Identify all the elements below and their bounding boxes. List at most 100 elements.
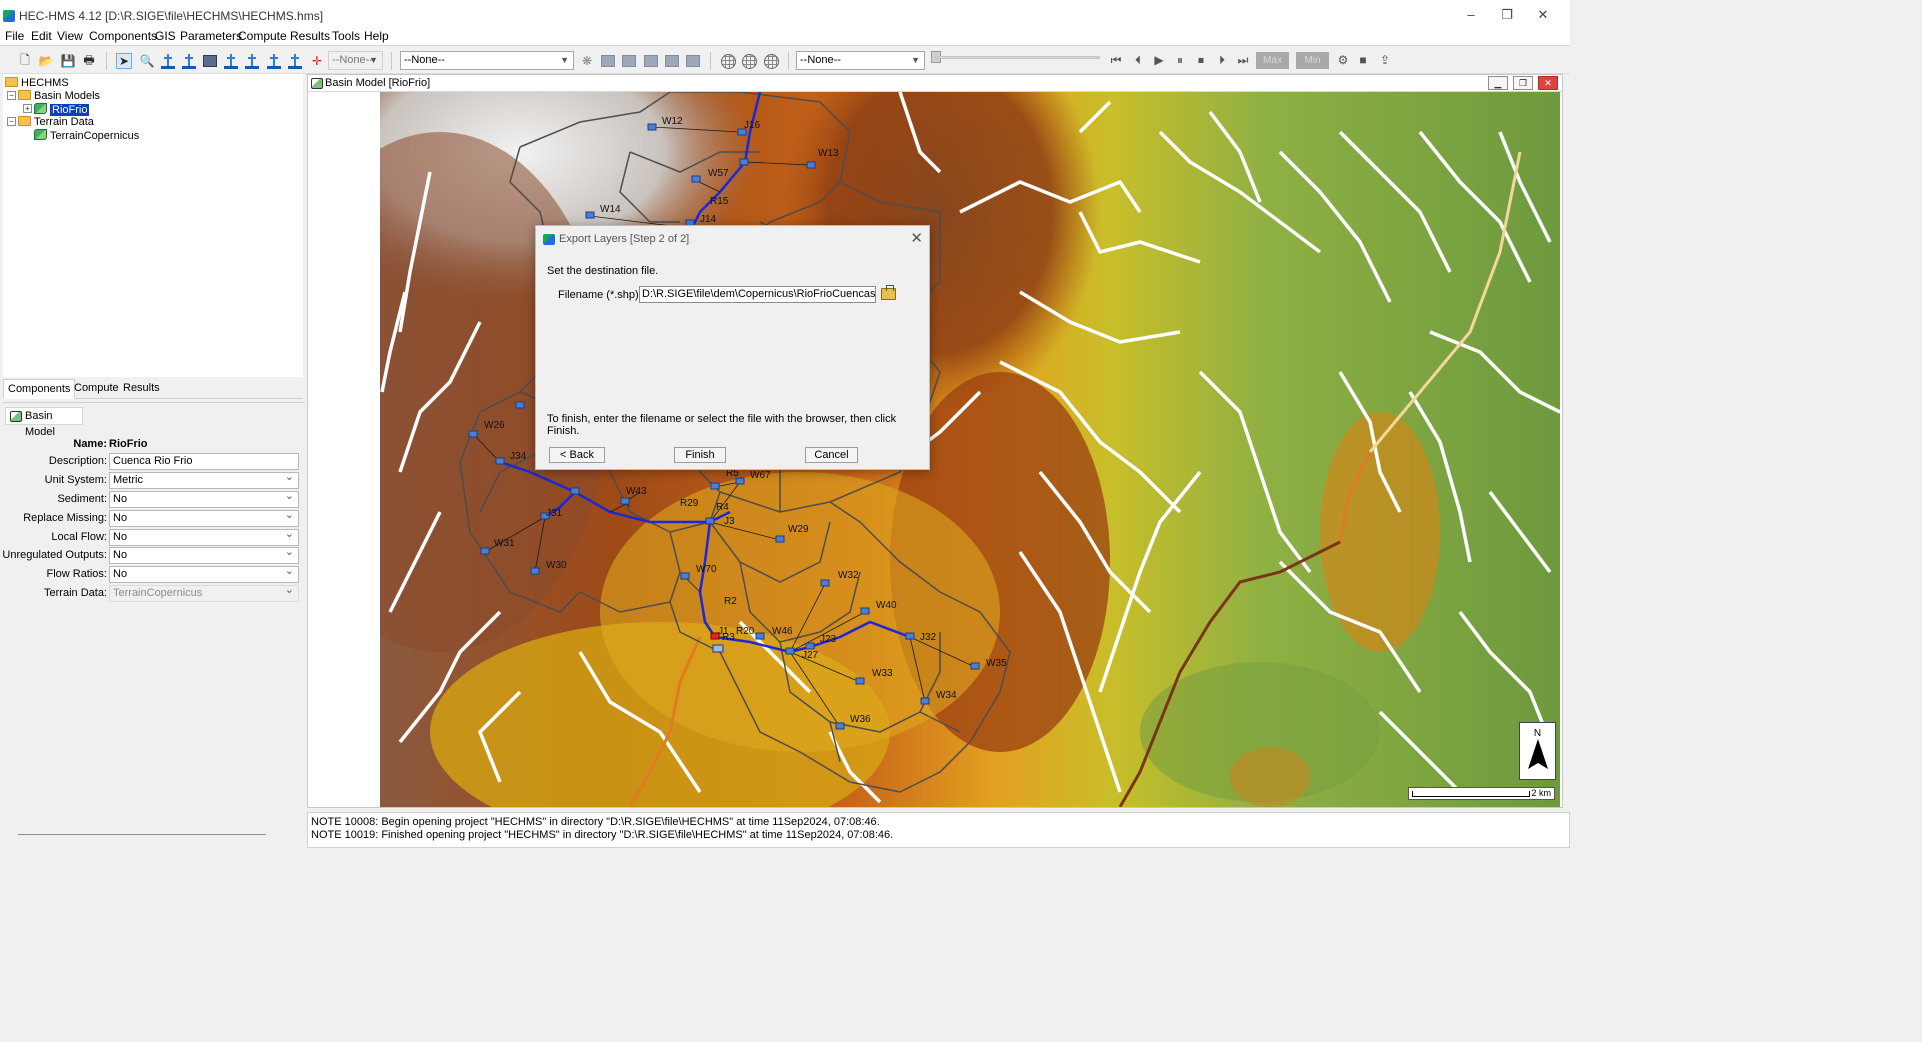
close-button[interactable]: ✕ — [1527, 5, 1559, 25]
export-icon[interactable]: ⇪ — [1377, 52, 1393, 68]
gridded-data-icon[interactable] — [741, 53, 757, 69]
basin-model-editor-tab[interactable]: Basin Model — [5, 407, 83, 438]
source-tool-icon[interactable] — [266, 53, 282, 69]
junction-marker[interactable] — [905, 632, 915, 640]
tab-components[interactable]: Components — [3, 379, 76, 399]
time-series-icon[interactable] — [664, 53, 680, 69]
subbasin-marker[interactable] — [515, 401, 525, 409]
run-selector[interactable]: --None-- ▼ — [400, 51, 574, 70]
new-file-icon[interactable]: 🗋 — [17, 53, 33, 69]
junction-tool-icon[interactable] — [223, 53, 239, 69]
flow-ratios-select[interactable]: No — [109, 564, 299, 583]
window-close-button[interactable]: ✕ — [1538, 76, 1558, 90]
print-icon[interactable]: 🖶 — [81, 53, 97, 69]
subbasin-marker[interactable] — [920, 697, 930, 705]
menu-view[interactable]: View — [57, 28, 83, 45]
max-button[interactable]: Max — [1256, 52, 1289, 69]
menu-parameters[interactable]: Parameters — [180, 28, 242, 45]
play-icon[interactable]: ▶ — [1151, 52, 1167, 68]
global-summary-icon[interactable] — [685, 53, 701, 69]
tree-node-root[interactable]: HECHMS — [5, 77, 69, 89]
unit-system-select[interactable]: Metric — [109, 470, 299, 489]
tree-node-riofrio[interactable]: RioFrio — [34, 103, 90, 116]
gage-crosshair-icon[interactable]: ✛ — [309, 53, 325, 69]
subbasin-marker[interactable] — [820, 579, 830, 587]
unregulated-outputs-select[interactable]: No — [109, 545, 299, 564]
junction-marker[interactable] — [739, 158, 749, 166]
menu-components[interactable]: Components — [89, 28, 157, 45]
open-folder-icon[interactable]: 📂 — [38, 53, 54, 69]
junction-marker[interactable] — [705, 517, 715, 525]
minimize-button[interactable]: – — [1455, 5, 1487, 25]
expand-toggle-icon[interactable]: + — [23, 104, 32, 113]
subbasin-marker[interactable] — [480, 547, 490, 555]
tree-node-basin-models[interactable]: Basin Models — [18, 90, 100, 102]
result-table-icon[interactable] — [600, 53, 616, 69]
diversion-tool-icon[interactable] — [244, 53, 260, 69]
reach-tool-icon[interactable] — [181, 53, 197, 69]
sink-tool-icon[interactable] — [287, 53, 303, 69]
subbasin-marker[interactable] — [691, 175, 701, 183]
subbasin-marker[interactable] — [620, 497, 630, 505]
tree-node-terrain-copernicus[interactable]: TerrainCopernicus — [34, 129, 139, 142]
video-record-icon[interactable]: ■ — [1355, 52, 1371, 68]
reach-marker[interactable] — [710, 482, 720, 490]
tree-node-terrain-data[interactable]: Terrain Data — [18, 116, 94, 128]
result-selector[interactable]: --None-- ▼ — [796, 51, 925, 70]
menu-compute[interactable]: Compute — [238, 28, 287, 45]
replace-missing-select[interactable]: No — [109, 508, 299, 527]
local-flow-select[interactable]: No — [109, 527, 299, 546]
result-graph-icon[interactable] — [621, 53, 637, 69]
time-slider[interactable] — [935, 56, 1100, 59]
subbasin-marker[interactable] — [530, 567, 540, 575]
gridded-animation-icon[interactable] — [763, 53, 779, 69]
stop-icon[interactable]: ⏹ — [1193, 52, 1209, 68]
arrow-pointer-icon[interactable]: ➤ — [116, 53, 132, 69]
tab-compute[interactable]: Compute — [70, 379, 123, 399]
subbasin-marker[interactable] — [468, 430, 478, 438]
subbasin-marker[interactable] — [775, 535, 785, 543]
subbasin-marker[interactable] — [860, 607, 870, 615]
junction-marker[interactable] — [570, 487, 580, 495]
menu-edit[interactable]: Edit — [31, 28, 52, 45]
menu-help[interactable]: Help — [364, 28, 389, 45]
settings-gear-icon[interactable]: ⚙ — [1335, 52, 1351, 68]
summary-table-icon[interactable] — [643, 53, 659, 69]
finish-button[interactable]: Finish — [674, 447, 726, 463]
window-minimize-button[interactable]: ▁ — [1488, 76, 1508, 90]
subbasin-tool-icon[interactable] — [160, 53, 176, 69]
junction-marker[interactable] — [805, 642, 815, 650]
maximize-button[interactable]: ❐ — [1491, 5, 1523, 25]
collapse-toggle-icon[interactable]: − — [7, 91, 16, 100]
save-icon[interactable]: 💾 — [60, 53, 76, 69]
reservoir-tool-icon[interactable] — [202, 53, 218, 69]
tab-results[interactable]: Results — [119, 379, 164, 399]
step-back-icon[interactable]: ⏴ — [1130, 52, 1146, 68]
menu-tools[interactable]: Tools — [332, 28, 360, 45]
filename-input[interactable]: D:\R.SIGE\file\dem\Copernicus\RioFrioCue… — [639, 286, 876, 303]
skip-back-icon[interactable]: ⏮ — [1108, 52, 1124, 68]
subbasin-marker[interactable] — [680, 572, 690, 580]
subbasin-marker[interactable] — [970, 662, 980, 670]
subbasin-marker[interactable] — [806, 161, 816, 169]
subbasin-marker[interactable] — [835, 722, 845, 730]
collapse-toggle-icon[interactable]: − — [7, 117, 16, 126]
subbasin-marker[interactable] — [855, 677, 865, 685]
min-button[interactable]: Min — [1296, 52, 1329, 69]
skip-forward-icon[interactable]: ⏭ — [1235, 52, 1251, 68]
toolbar-selector-1[interactable]: --None-- ▼ — [328, 51, 383, 70]
gridded-map-icon[interactable] — [720, 53, 736, 69]
menu-gis[interactable]: GIS — [155, 28, 176, 45]
cancel-button[interactable]: Cancel — [805, 447, 858, 463]
zoom-icon[interactable]: 🔍 — [139, 53, 155, 69]
subbasin-marker[interactable] — [755, 632, 765, 640]
back-button[interactable]: < Back — [549, 447, 605, 463]
step-forward-icon[interactable]: ⏵ — [1214, 52, 1230, 68]
compute-icon[interactable]: ❋ — [579, 53, 595, 69]
dialog-close-icon[interactable]: ✕ — [910, 229, 923, 247]
open-folder-icon[interactable] — [881, 285, 896, 300]
description-input[interactable]: Cuenca Rio Frio — [109, 453, 299, 470]
junction-marker[interactable] — [495, 457, 505, 465]
menu-results[interactable]: Results — [290, 28, 330, 45]
sediment-select[interactable]: No — [109, 489, 299, 508]
